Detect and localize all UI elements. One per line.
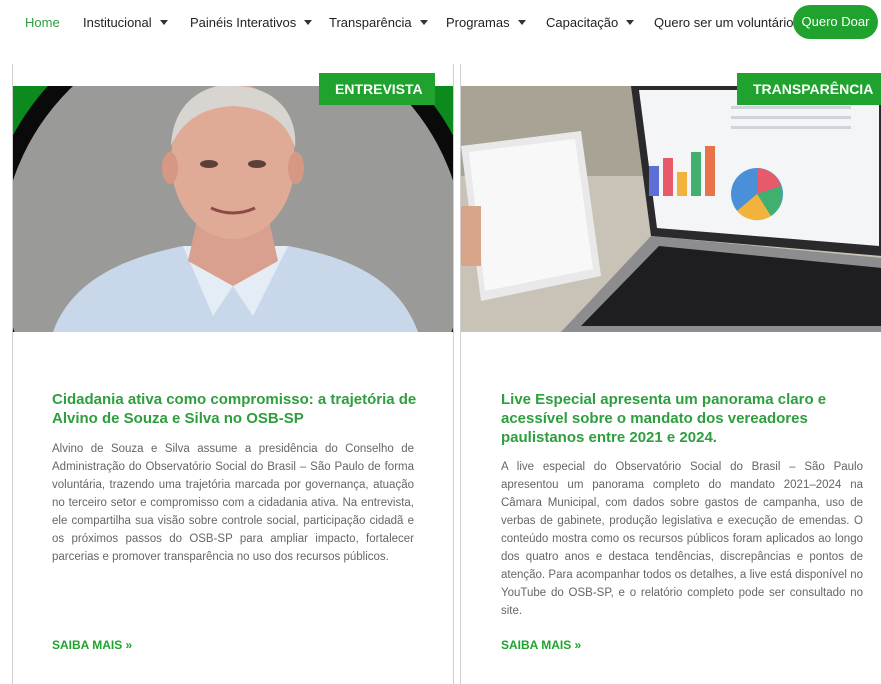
main-nav: Home Institucional Painéis Interativos T… [0,0,881,44]
article-title[interactable]: Cidadania ativa como compromisso: a traj… [52,390,422,428]
nav-transparencia[interactable]: Transparência [329,15,428,30]
chevron-down-icon [626,20,635,26]
nav-home[interactable]: Home [25,15,60,30]
category-badge[interactable]: ENTREVISTA [319,73,435,105]
news-card-transparency: TRANSPARÊNCIA Live Especial apresenta um… [460,64,881,684]
nav-institucional-label: Institucional [83,15,152,30]
nav-institucional[interactable]: Institucional [83,15,168,30]
nav-voluntario[interactable]: Quero ser um voluntário [654,15,793,30]
article-excerpt: Alvino de Souza e Silva assume a presidê… [52,443,414,563]
nav-paineis-label: Painéis Interativos [190,15,297,30]
laptop-charts-photo[interactable] [461,86,881,332]
nav-programas-label: Programas [446,15,510,30]
read-more-link[interactable]: SAIBA MAIS » [52,638,132,652]
chevron-down-icon [159,20,168,26]
chevron-down-icon [304,20,313,26]
nav-programas[interactable]: Programas [446,15,526,30]
nav-capacitacao-label: Capacitação [546,15,619,30]
read-more-link[interactable]: SAIBA MAIS » [501,638,581,652]
article-excerpt: A live especial do Observatório Social d… [501,461,863,617]
article-title[interactable]: Live Especial apresenta um panorama clar… [501,390,841,447]
donate-button[interactable]: Quero Doar [793,5,878,39]
nav-capacitacao[interactable]: Capacitação [546,15,635,30]
nav-paineis-interativos[interactable]: Painéis Interativos [190,15,313,30]
nav-transparencia-label: Transparência [329,15,412,30]
portrait-photo[interactable] [13,86,453,332]
portrait-illustration [13,86,453,332]
chevron-down-icon [517,20,526,26]
chevron-down-icon [419,20,428,26]
laptop-illustration [461,86,881,332]
news-card-interview: ENTREVISTA Cidadania ativa como compromi… [12,64,454,684]
category-badge[interactable]: TRANSPARÊNCIA [737,73,881,105]
